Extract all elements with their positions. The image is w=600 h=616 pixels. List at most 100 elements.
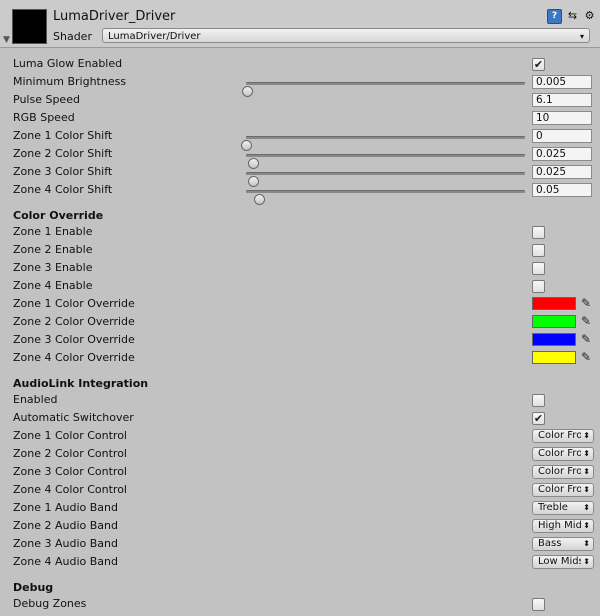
zone1-color-control-dropdown[interactable]: Color Fro ⬍ [532, 429, 594, 443]
prop-label: Enabled [13, 393, 58, 406]
material-header: ▼ LumaDriver_Driver Shader LumaDriver/Dr… [0, 0, 600, 48]
prop-debug-zones: Debug Zones [0, 596, 600, 614]
updown-arrow-icon: ⬍ [583, 539, 590, 548]
updown-arrow-icon: ⬍ [583, 467, 590, 476]
zone1-enable-checkbox[interactable] [532, 226, 545, 239]
prop-label: Zone 4 Color Control [13, 483, 127, 496]
dropdown-value: Low Mids [538, 556, 581, 567]
shader-label: Shader [53, 30, 92, 43]
zone4-color-shift-slider[interactable] [246, 190, 525, 205]
zone1-color-shift-field[interactable]: 0 [532, 129, 592, 143]
audiolink-enabled-checkbox[interactable] [532, 394, 545, 407]
prop-zone4-color-control: Zone 4 Color Control Color Fro ⬍ [0, 482, 600, 500]
zone3-color-control-dropdown[interactable]: Color Fro ⬍ [532, 465, 594, 479]
updown-arrow-icon: ⬍ [583, 449, 590, 458]
prop-label: Zone 4 Color Override [13, 351, 135, 364]
prop-label: Zone 1 Color Override [13, 297, 135, 310]
zone2-color-swatch[interactable] [532, 315, 576, 328]
eyedropper-icon[interactable]: ✎ [581, 332, 591, 346]
zone2-color-control-dropdown[interactable]: Color Fro ⬍ [532, 447, 594, 461]
dropdown-value: Color Fro [538, 466, 581, 477]
zone3-color-shift-field[interactable]: 0.025 [532, 165, 592, 179]
material-inspector: ▼ LumaDriver_Driver Shader LumaDriver/Dr… [0, 0, 600, 616]
prop-label: Zone 3 Color Shift [13, 165, 113, 178]
prop-label: Zone 2 Color Override [13, 315, 135, 328]
prop-zone1-color-override: Zone 1 Color Override ✎ [0, 296, 600, 314]
prop-zone2-color-control: Zone 2 Color Control Color Fro ⬍ [0, 446, 600, 464]
preset-icon[interactable]: ⇆ [566, 9, 579, 22]
prop-zone2-color-shift: Zone 2 Color Shift 0.025 [0, 146, 600, 169]
header-icons: ? ⇆ ⚙ [547, 9, 596, 24]
prop-zone4-color-shift: Zone 4 Color Shift 0.05 [0, 182, 600, 205]
zone4-color-swatch[interactable] [532, 351, 576, 364]
prop-zone3-audio-band: Zone 3 Audio Band Bass ⬍ [0, 536, 600, 554]
zone4-enable-checkbox[interactable] [532, 280, 545, 293]
pulse-speed-field[interactable]: 6.1 [532, 93, 592, 107]
prop-label: Zone 2 Color Control [13, 447, 127, 460]
zone4-color-control-dropdown[interactable]: Color Fro ⬍ [532, 483, 594, 497]
zone3-color-swatch[interactable] [532, 333, 576, 346]
zone2-color-shift-field[interactable]: 0.025 [532, 147, 592, 161]
gear-icon[interactable]: ⚙ [583, 9, 596, 22]
prop-label: Zone 3 Color Override [13, 333, 135, 346]
prop-label: Automatic Switchover [13, 411, 134, 424]
prop-label: Debug Zones [13, 597, 87, 610]
zone3-audio-band-dropdown[interactable]: Bass ⬍ [532, 537, 594, 551]
dropdown-value: Color Fro [538, 430, 581, 441]
updown-arrow-icon: ⬍ [583, 485, 590, 494]
automatic-switchover-checkbox[interactable]: ✔ [532, 412, 545, 425]
foldout-arrow-icon[interactable]: ▼ [3, 35, 10, 45]
material-title: LumaDriver_Driver [53, 9, 176, 24]
section-title-debug: Debug [13, 581, 54, 594]
prop-label: Zone 3 Color Control [13, 465, 127, 478]
shader-dropdown-value: LumaDriver/Driver [108, 31, 201, 42]
prop-zone4-color-override: Zone 4 Color Override ✎ [0, 350, 600, 368]
eyedropper-icon[interactable]: ✎ [581, 350, 591, 364]
dropdown-value: Treble [538, 502, 568, 513]
zone4-audio-band-dropdown[interactable]: Low Mids ⬍ [532, 555, 594, 569]
prop-automatic-switchover: Automatic Switchover ✔ [0, 410, 600, 428]
help-icon[interactable]: ? [547, 9, 562, 24]
eyedropper-icon[interactable]: ✎ [581, 296, 591, 310]
slider-thumb[interactable] [254, 194, 266, 205]
minimum-brightness-slider[interactable] [242, 82, 525, 97]
prop-label: Zone 1 Color Shift [13, 129, 113, 142]
zone2-enable-checkbox[interactable] [532, 244, 545, 257]
prop-zone2-color-override: Zone 2 Color Override ✎ [0, 314, 600, 332]
zone3-enable-checkbox[interactable] [532, 262, 545, 275]
zone4-color-shift-field[interactable]: 0.05 [532, 183, 592, 197]
prop-label: RGB Speed [13, 111, 75, 124]
eyedropper-icon[interactable]: ✎ [581, 314, 591, 328]
material-preview-thumbnail[interactable] [12, 9, 47, 44]
prop-zone4-enable: Zone 4 Enable [0, 278, 600, 296]
prop-label: Zone 1 Enable [13, 225, 93, 238]
zone2-audio-band-dropdown[interactable]: High Mid: ⬍ [532, 519, 594, 533]
zone1-color-swatch[interactable] [532, 297, 576, 310]
zone1-audio-band-dropdown[interactable]: Treble ⬍ [532, 501, 594, 515]
rgb-speed-field[interactable]: 10 [532, 111, 592, 125]
shader-dropdown[interactable]: LumaDriver/Driver ▾ [102, 28, 590, 43]
minimum-brightness-field[interactable]: 0.005 [532, 75, 592, 89]
prop-zone1-color-control: Zone 1 Color Control Color Fro ⬍ [0, 428, 600, 446]
prop-label: Zone 2 Color Shift [13, 147, 113, 160]
luma-glow-enabled-checkbox[interactable]: ✔ [532, 58, 545, 71]
dropdown-value: Bass [538, 538, 562, 549]
debug-zones-checkbox[interactable] [532, 598, 545, 611]
prop-zone3-color-control: Zone 3 Color Control Color Fro ⬍ [0, 464, 600, 482]
prop-zone2-audio-band: Zone 2 Audio Band High Mid: ⬍ [0, 518, 600, 536]
prop-label: Zone 4 Enable [13, 279, 93, 292]
prop-rgb-speed: RGB Speed 10 [0, 110, 600, 128]
dropdown-arrow-icon: ▾ [579, 32, 584, 41]
updown-arrow-icon: ⬍ [583, 503, 590, 512]
zone1-color-shift-slider[interactable] [241, 136, 525, 151]
updown-arrow-icon: ⬍ [583, 521, 590, 530]
prop-pulse-speed: Pulse Speed 6.1 [0, 92, 600, 110]
prop-zone3-enable: Zone 3 Enable [0, 260, 600, 278]
dropdown-value: Color Fro [538, 448, 581, 459]
prop-label: Pulse Speed [13, 93, 80, 106]
prop-label: Luma Glow Enabled [13, 57, 123, 70]
prop-zone2-enable: Zone 2 Enable [0, 242, 600, 260]
dropdown-value: High Mid: [538, 520, 581, 531]
zone3-color-shift-slider[interactable] [246, 172, 525, 187]
zone2-color-shift-slider[interactable] [246, 154, 525, 169]
